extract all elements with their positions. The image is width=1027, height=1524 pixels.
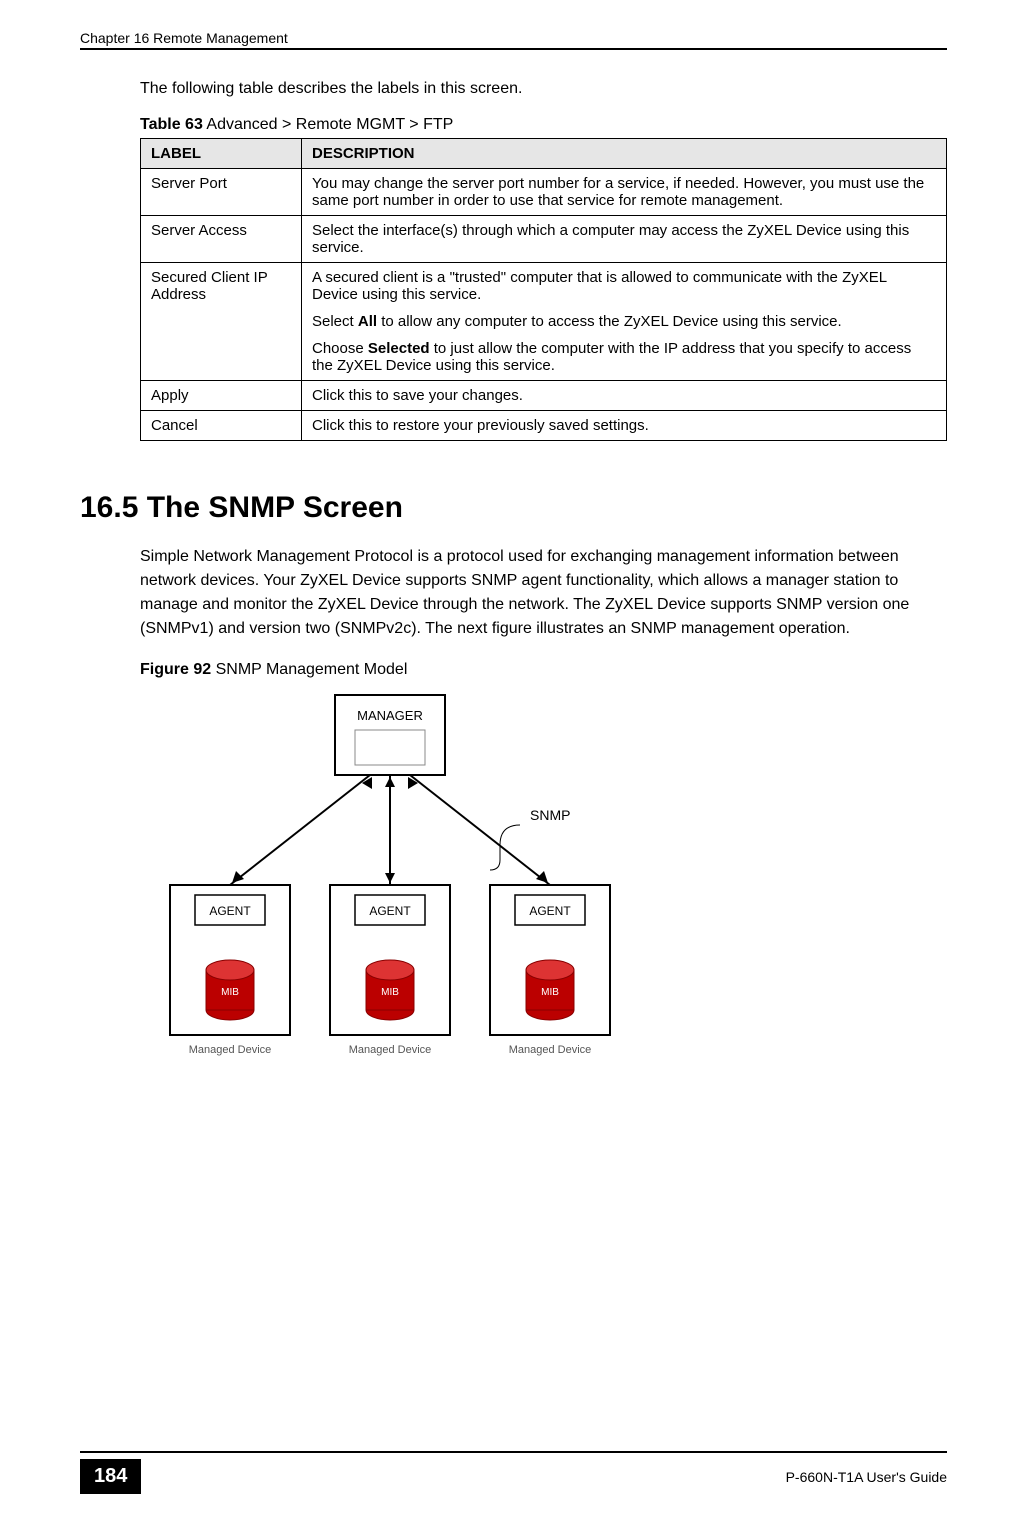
description-table: LABEL DESCRIPTION Server Port You may ch… <box>140 138 947 441</box>
mib-label: MIB <box>381 987 399 998</box>
agent-label: AGENT <box>529 904 571 918</box>
table-cell-para: Click this to save your changes. <box>312 387 936 404</box>
table-cell-desc: You may change the server port number fo… <box>302 169 947 216</box>
table-row: Apply Click this to save your changes. <box>141 381 947 411</box>
managed-device-label: Managed Device <box>509 1044 592 1056</box>
table-cell-para: Click this to restore your previously sa… <box>312 417 936 434</box>
table-row: Cancel Click this to restore your previo… <box>141 411 947 441</box>
table-row: Secured Client IP Address A secured clie… <box>141 263 947 381</box>
table-cell-para: Select the interface(s) through which a … <box>312 222 936 256</box>
figure-caption-text: SNMP Management Model <box>211 661 407 678</box>
table-cell-desc: Click this to restore your previously sa… <box>302 411 947 441</box>
agent-label: AGENT <box>209 904 251 918</box>
table-cell-para: Select All to allow any computer to acce… <box>312 313 936 330</box>
agent-box-3: AGENT MIB Managed Device <box>490 885 610 1056</box>
table-row: Server Port You may change the server po… <box>141 169 947 216</box>
bold-word: All <box>358 313 377 330</box>
table-cell-label: Server Port <box>141 169 302 216</box>
agent-label: AGENT <box>369 904 411 918</box>
mib-label: MIB <box>221 987 239 998</box>
table-cell-label: Secured Client IP Address <box>141 263 302 381</box>
table-cell-para: A secured client is a "trusted" computer… <box>312 269 936 303</box>
section-heading: 16.5 The SNMP Screen <box>80 491 947 525</box>
footer-guide-name: P-660N-T1A User's Guide <box>786 1469 947 1485</box>
snmp-diagram-svg: MANAGER SNMP AGENT <box>140 685 640 1065</box>
manager-label: MANAGER <box>357 708 423 723</box>
table-header-label: LABEL <box>141 139 302 169</box>
snmp-label: SNMP <box>530 807 570 823</box>
table-caption-text: Advanced > Remote MGMT > FTP <box>203 116 453 133</box>
page-header: Chapter 16 Remote Management <box>80 30 947 50</box>
table-cell-desc: Click this to save your changes. <box>302 381 947 411</box>
table-cell-label: Apply <box>141 381 302 411</box>
table-cell-para: Choose Selected to just allow the comput… <box>312 340 936 374</box>
intro-text: The following table describes the labels… <box>140 80 947 98</box>
agent-box-2: AGENT MIB Managed Device <box>330 885 450 1056</box>
section-paragraph: Simple Network Management Protocol is a … <box>140 545 947 641</box>
agent-box-1: AGENT MIB Managed Device <box>170 885 290 1056</box>
table-cell-label: Cancel <box>141 411 302 441</box>
table-caption-number: Table 63 <box>140 116 203 133</box>
bold-word: Selected <box>368 340 430 357</box>
managed-device-label: Managed Device <box>189 1044 272 1056</box>
table-header-description: DESCRIPTION <box>302 139 947 169</box>
mib-label: MIB <box>541 987 559 998</box>
section-body: Simple Network Management Protocol is a … <box>140 545 947 641</box>
figure-snmp-model: MANAGER SNMP AGENT <box>140 685 640 1070</box>
page-number: 184 <box>80 1459 141 1494</box>
page-footer: 184 P-660N-T1A User's Guide <box>80 1451 947 1494</box>
table-row: Server Access Select the interface(s) th… <box>141 216 947 263</box>
managed-device-label: Managed Device <box>349 1044 432 1056</box>
table-cell-desc: Select the interface(s) through which a … <box>302 216 947 263</box>
table-cell-label: Server Access <box>141 216 302 263</box>
chapter-title: Chapter 16 Remote Management <box>80 30 288 46</box>
figure-caption-number: Figure 92 <box>140 661 211 678</box>
table-cell-para: You may change the server port number fo… <box>312 175 936 209</box>
table-caption: Table 63 Advanced > Remote MGMT > FTP <box>140 116 947 134</box>
table-cell-desc: A secured client is a "trusted" computer… <box>302 263 947 381</box>
figure-caption: Figure 92 SNMP Management Model <box>140 661 947 679</box>
